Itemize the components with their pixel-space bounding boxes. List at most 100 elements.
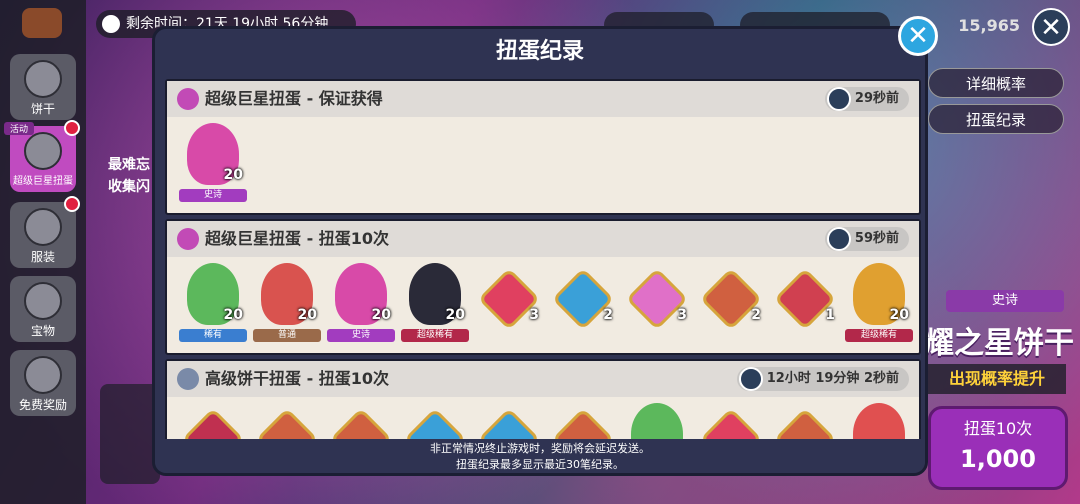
shirt-icon xyxy=(24,208,62,246)
event-tag: 活动 xyxy=(4,122,35,135)
reward-items: 20 稀有 20 普通 20 史诗 20 超级稀有 3 2 3 2 1 20 超级稀有 xyxy=(167,257,919,353)
rarity-label: 超级稀有 xyxy=(845,329,913,342)
cookie-face-icon xyxy=(24,60,62,98)
reward-item[interactable] xyxy=(695,403,767,439)
clock-icon xyxy=(826,227,851,251)
detailed-probability-button[interactable]: 详细概率 xyxy=(928,68,1064,98)
clock-icon xyxy=(102,15,120,33)
rarity-label: 稀有 xyxy=(179,329,247,342)
sidebar-item-label: 免费奖励 xyxy=(18,398,67,412)
time-ago-pill: 29秒前 xyxy=(824,87,909,111)
entry-header: 高级饼干扭蛋 - 扭蛋10次 12小时 19分钟 2秒前 xyxy=(167,361,919,397)
reward-item[interactable] xyxy=(399,403,471,439)
reward-count: 20 xyxy=(371,307,391,323)
soulstone-icon xyxy=(181,407,245,439)
soulstone-icon xyxy=(477,407,541,439)
pull-10-button[interactable]: 扭蛋10次 1,000 xyxy=(928,406,1068,490)
gacha-history-modal: 扭蛋纪录 超级巨星扭蛋 - 保证获得 29秒前 20 史诗 超级巨星扭蛋 - 扭蛋10次… xyxy=(152,26,928,476)
sidebar-item-superstar-gacha[interactable]: 活动 超级巨星扭蛋 xyxy=(4,120,80,192)
sidebar-item-treasures[interactable]: 宝物 xyxy=(10,276,76,342)
reward-item[interactable]: 20 超级稀有 xyxy=(843,263,915,347)
promo-card[interactable] xyxy=(100,384,160,484)
soulstone-icon xyxy=(699,407,763,439)
rarity-tag: 史诗 xyxy=(946,290,1064,312)
clock-icon xyxy=(738,367,763,391)
reward-count: 3 xyxy=(529,307,539,323)
reward-item[interactable]: 3 xyxy=(621,263,693,347)
reward-item[interactable] xyxy=(251,403,323,439)
reward-item[interactable] xyxy=(843,403,915,439)
time-ago-text: 12小时 19分钟 2秒前 xyxy=(766,371,899,386)
cookie-portrait-icon xyxy=(853,403,905,439)
sidebar-item-label: 服装 xyxy=(30,250,55,264)
entry-title: 超级巨星扭蛋 - 扭蛋10次 xyxy=(205,229,390,248)
promo-line: 最难忘 xyxy=(108,157,150,173)
reward-item[interactable]: 2 xyxy=(547,263,619,347)
reward-item[interactable]: 20 稀有 xyxy=(177,263,249,347)
reward-item[interactable]: 3 xyxy=(473,263,545,347)
time-ago-text: 59秒前 xyxy=(854,231,899,246)
pull-10-label: 扭蛋10次 xyxy=(963,419,1033,438)
reward-item[interactable]: 20 普通 xyxy=(251,263,323,347)
clock-icon xyxy=(826,87,851,111)
pull-10-price: 1,000 xyxy=(960,445,1036,473)
entry-title: 高级饼干扭蛋 - 扭蛋10次 xyxy=(205,369,390,388)
reward-count: 1 xyxy=(825,307,835,323)
sidebar-item-label: 饼干 xyxy=(30,102,55,116)
modal-title: 扭蛋纪录 xyxy=(495,39,584,64)
sidebar-item-costumes[interactable]: 服装 xyxy=(10,196,80,268)
history-list[interactable]: 超级巨星扭蛋 - 保证获得 29秒前 20 史诗 超级巨星扭蛋 - 扭蛋10次 59秒前 2… xyxy=(165,79,921,439)
soulstone-icon xyxy=(403,407,467,439)
soulstone-icon xyxy=(551,407,615,439)
notification-badge xyxy=(64,120,80,136)
rarity-label: 史诗 xyxy=(179,189,247,202)
reward-item[interactable] xyxy=(547,403,619,439)
reward-count: 20 xyxy=(223,307,243,323)
cookie-house-icon[interactable] xyxy=(22,8,62,38)
time-ago-pill: 59秒前 xyxy=(824,227,909,251)
gacha-type-icon xyxy=(177,88,199,110)
reward-item[interactable] xyxy=(769,403,841,439)
reward-count: 2 xyxy=(603,307,613,323)
gift-icon xyxy=(24,356,62,394)
soulstone-icon xyxy=(329,407,393,439)
rarity-label: 史诗 xyxy=(327,329,395,342)
entry-header: 超级巨星扭蛋 - 保证获得 29秒前 xyxy=(167,81,919,117)
soulstone-icon xyxy=(773,407,837,439)
cookie-face-icon xyxy=(24,132,62,170)
reward-item[interactable]: 20 史诗 xyxy=(177,123,249,207)
modal-close-button[interactable]: ✕ xyxy=(898,16,938,56)
sidebar-item-free-rewards[interactable]: 免费奖励 xyxy=(10,350,76,416)
sidebar-item-label: 超级巨星扭蛋 xyxy=(13,176,73,187)
footer-note: 扭蛋纪录最多显示最近30笔纪录。 xyxy=(456,458,624,471)
promo-text: 最难忘 收集闪 xyxy=(108,154,150,198)
reward-item[interactable]: 2 xyxy=(695,263,767,347)
reward-count: 20 xyxy=(889,307,909,323)
reward-count: 2 xyxy=(751,307,761,323)
reward-item[interactable] xyxy=(473,403,545,439)
promo-line: 收集闪 xyxy=(108,179,150,195)
gacha-type-icon xyxy=(177,228,199,250)
notification-badge xyxy=(64,196,80,212)
footer-note: 非正常情况终止游戏时，奖励将会延迟发送。 xyxy=(430,442,650,455)
reward-item[interactable]: 1 xyxy=(769,263,841,347)
close-icon[interactable]: ✕ xyxy=(1032,8,1070,46)
sidebar-item-cookies[interactable]: 饼干 xyxy=(10,54,76,120)
rate-up-label: 出现概率提升 xyxy=(928,364,1066,394)
reward-item[interactable]: 20 史诗 xyxy=(325,263,397,347)
rarity-label: 普通 xyxy=(253,329,321,342)
reward-item[interactable] xyxy=(621,403,693,439)
history-entry: 高级饼干扭蛋 - 扭蛋10次 12小时 19分钟 2秒前 xyxy=(165,359,921,439)
reward-item[interactable] xyxy=(325,403,397,439)
gacha-history-button[interactable]: 扭蛋纪录 xyxy=(928,104,1064,134)
modal-footer: 非正常情况终止游戏时，奖励将会延迟发送。 扭蛋纪录最多显示最近30笔纪录。 xyxy=(155,439,925,473)
reward-item[interactable] xyxy=(177,403,249,439)
reward-items xyxy=(167,397,919,439)
reward-count: 20 xyxy=(223,167,243,183)
featured-cookie-title: 耀之星饼干 xyxy=(924,326,1074,361)
reward-item[interactable]: 20 超级稀有 xyxy=(399,263,471,347)
history-entry: 超级巨星扭蛋 - 扭蛋10次 59秒前 20 稀有 20 普通 20 史诗 20 超级稀有 3 2 3 2… xyxy=(165,219,921,355)
time-ago-pill: 12小时 19分钟 2秒前 xyxy=(736,367,909,391)
history-entry: 超级巨星扭蛋 - 保证获得 29秒前 20 史诗 xyxy=(165,79,921,215)
hexagon-icon xyxy=(24,282,62,320)
